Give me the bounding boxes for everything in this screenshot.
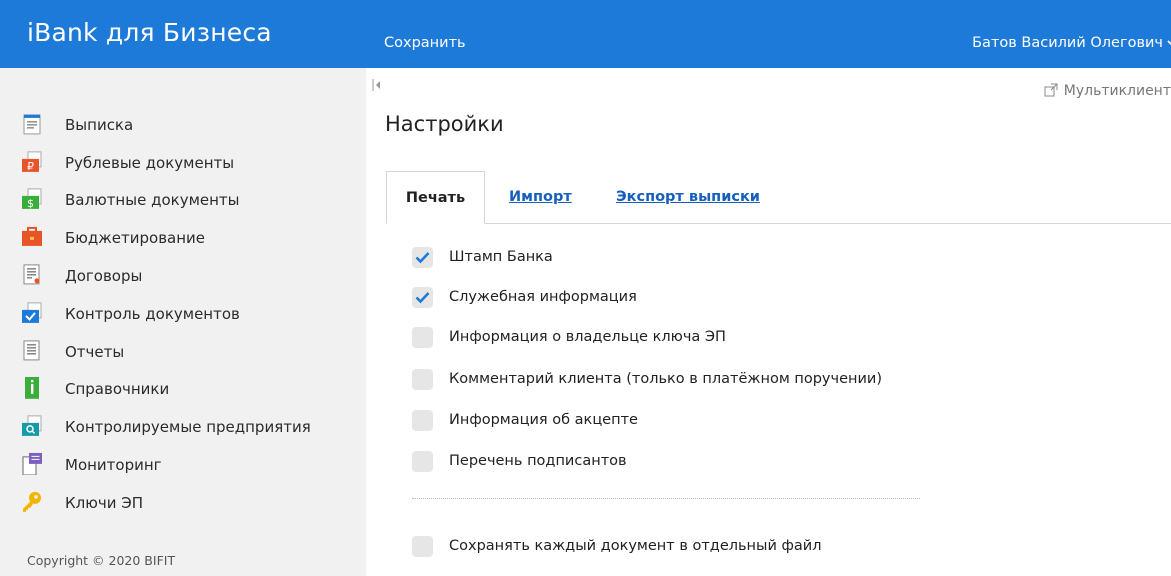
controlled-enterprises-icon bbox=[21, 415, 43, 437]
sidebar-item-ruble-documents[interactable]: ₽ Рублевые документы bbox=[0, 144, 366, 182]
option-signers-list[interactable]: Перечень подписантов bbox=[412, 449, 627, 473]
budget-briefcase-icon bbox=[21, 226, 43, 248]
checkbox-unchecked[interactable] bbox=[412, 409, 433, 431]
tab-export-statement[interactable]: Экспорт выписки bbox=[616, 171, 760, 223]
sidebar-item-label: Справочники bbox=[65, 380, 170, 399]
sidebar-item-label: Ключи ЭП bbox=[65, 493, 143, 512]
contracts-icon bbox=[21, 264, 43, 286]
option-label: Штамп Банка bbox=[449, 249, 553, 265]
tab-import[interactable]: Импорт bbox=[509, 171, 572, 223]
app-title: iBank для Бизнеса bbox=[27, 18, 272, 47]
option-service-info[interactable]: Служебная информация bbox=[412, 285, 637, 309]
tab-bar: Печать Импорт Экспорт выписки bbox=[386, 171, 1171, 224]
multiclient-label: Мультиклиент bbox=[1063, 83, 1171, 99]
sidebar-item-label: Валютные документы bbox=[65, 191, 240, 210]
checkbox-unchecked[interactable] bbox=[412, 368, 433, 390]
key-icon bbox=[21, 491, 43, 513]
brand-bar: iBank для Бизнеса bbox=[0, 0, 366, 68]
sidebar-item-currency-documents[interactable]: $ Валютные документы bbox=[0, 182, 366, 220]
document-control-icon bbox=[21, 302, 43, 324]
checkbox-unchecked[interactable] bbox=[412, 450, 433, 472]
checkbox-checked[interactable] bbox=[412, 286, 433, 308]
sidebar-item-controlled-enterprises[interactable]: Контролируемые предприятия bbox=[0, 408, 366, 446]
sidebar-item-label: Отчеты bbox=[65, 342, 125, 361]
page-title: Настройки bbox=[385, 112, 504, 136]
checkbox-checked[interactable] bbox=[412, 246, 433, 268]
sidebar-item-label: Контролируемые предприятия bbox=[65, 418, 311, 437]
user-name: Батов Василий Олегович bbox=[972, 35, 1163, 51]
sidebar-item-keys[interactable]: Ключи ЭП bbox=[0, 484, 366, 522]
option-label: Комментарий клиента (только в платёжном … bbox=[449, 371, 882, 387]
checkbox-unchecked[interactable] bbox=[412, 535, 433, 557]
option-acceptance-info[interactable]: Информация об акцепте bbox=[412, 408, 638, 432]
multiclient-link[interactable]: Мультиклиент bbox=[1044, 83, 1171, 99]
option-client-comment[interactable]: Комментарий клиента (только в платёжном … bbox=[412, 367, 882, 391]
sidebar-item-contracts[interactable]: Договоры bbox=[0, 257, 366, 295]
currency-documents-icon: $ bbox=[21, 188, 43, 210]
sidebar-item-label: Бюджетирование bbox=[65, 229, 206, 248]
reference-info-icon bbox=[21, 377, 43, 400]
sidebar-item-label: Мониторинг bbox=[65, 456, 162, 475]
svg-text:₽: ₽ bbox=[27, 160, 34, 173]
user-menu[interactable]: Батов Василий Олегович bbox=[972, 35, 1171, 51]
sidebar-item-label: Рублевые документы bbox=[65, 153, 235, 172]
sidebar-item-reports[interactable]: Отчеты bbox=[0, 333, 366, 371]
sidebar-item-monitoring[interactable]: Мониторинг bbox=[0, 446, 366, 484]
option-key-owner-info[interactable]: Информация о владельце ключа ЭП bbox=[412, 325, 726, 349]
options-divider bbox=[412, 498, 920, 499]
option-label: Информация об акцепте bbox=[449, 412, 638, 428]
sidebar-item-label: Выписка bbox=[65, 115, 134, 134]
save-button[interactable]: Сохранить bbox=[384, 35, 466, 51]
external-window-icon bbox=[1044, 83, 1058, 97]
chevron-down-icon bbox=[1167, 36, 1171, 50]
option-label: Информация о владельце ключа ЭП bbox=[449, 329, 726, 345]
sidebar-item-label: Контроль документов bbox=[65, 304, 240, 323]
option-separate-file[interactable]: Сохранять каждый документ в отдельный фа… bbox=[412, 534, 821, 558]
sidebar-item-statement[interactable]: Выписка bbox=[0, 106, 366, 144]
sidebar-item-reference-books[interactable]: Справочники bbox=[0, 371, 366, 409]
option-label: Служебная информация bbox=[449, 289, 637, 305]
monitoring-icon bbox=[21, 452, 43, 476]
svg-text:$: $ bbox=[27, 197, 34, 210]
option-label: Сохранять каждый документ в отдельный фа… bbox=[449, 538, 822, 554]
statement-icon bbox=[21, 113, 43, 135]
collapse-sidebar-icon[interactable] bbox=[371, 77, 383, 93]
sidebar-nav: Выписка ₽ Рублевые документы $ Валютные … bbox=[0, 106, 366, 522]
option-bank-stamp[interactable]: Штамп Банка bbox=[412, 245, 553, 269]
copyright-text: Copyright © 2020 BIFIT bbox=[27, 553, 176, 568]
ruble-documents-icon: ₽ bbox=[21, 151, 43, 173]
sidebar: iBank для Бизнеса Выписка ₽ Рублевые док… bbox=[0, 0, 366, 576]
checkbox-unchecked[interactable] bbox=[412, 326, 433, 348]
option-label: Перечень подписантов bbox=[449, 453, 627, 469]
top-bar: Сохранить Батов Василий Олегович bbox=[366, 0, 1171, 68]
sidebar-item-document-control[interactable]: Контроль документов bbox=[0, 295, 366, 333]
tab-print[interactable]: Печать bbox=[386, 171, 485, 224]
sidebar-item-label: Договоры bbox=[65, 267, 143, 286]
sidebar-item-budgeting[interactable]: Бюджетирование bbox=[0, 219, 366, 257]
reports-icon bbox=[21, 340, 43, 362]
